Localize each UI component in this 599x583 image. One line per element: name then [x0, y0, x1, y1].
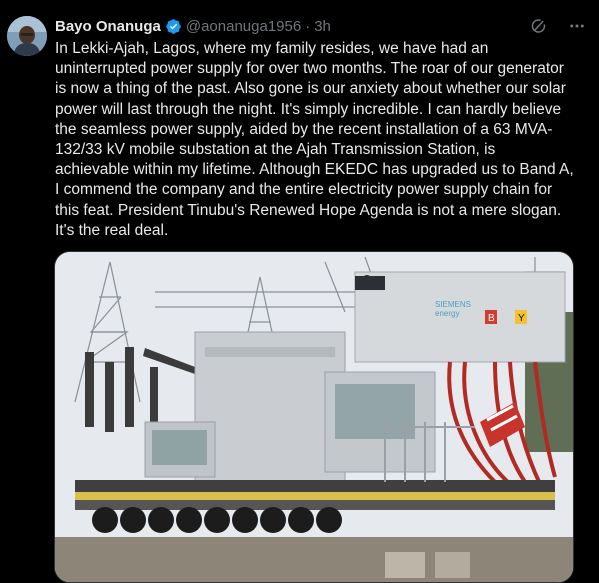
author-handle[interactable]: @aonanuga1956 — [186, 18, 301, 35]
header-separator: · — [305, 17, 311, 35]
author-name[interactable]: Bayo Onanuga — [55, 18, 161, 35]
tweet-header: Bayo Onanuga @aonanuga1956 · 3h — [55, 15, 591, 37]
verified-badge-icon[interactable] — [165, 18, 182, 35]
grok-icon[interactable] — [529, 16, 549, 36]
trailer-wheels — [92, 507, 342, 533]
avatar[interactable] — [7, 16, 47, 56]
tweet-photo[interactable]: SIEMENS energy B Y — [54, 251, 574, 583]
tweet-text: In Lekki-Ajah, Lagos, where my family re… — [55, 40, 574, 239]
brand-text-1: SIEMENS — [435, 300, 471, 309]
more-options-icon[interactable] — [567, 16, 587, 36]
phase-b-label: B — [488, 313, 495, 324]
post-time[interactable]: 3h — [314, 18, 331, 35]
brand-text-2: energy — [435, 309, 459, 318]
tweet[interactable]: Bayo Onanuga @aonanuga1956 · 3h In Lekki… — [0, 0, 599, 583]
phase-y-label: Y — [518, 313, 525, 324]
tweet-actions — [529, 16, 587, 36]
